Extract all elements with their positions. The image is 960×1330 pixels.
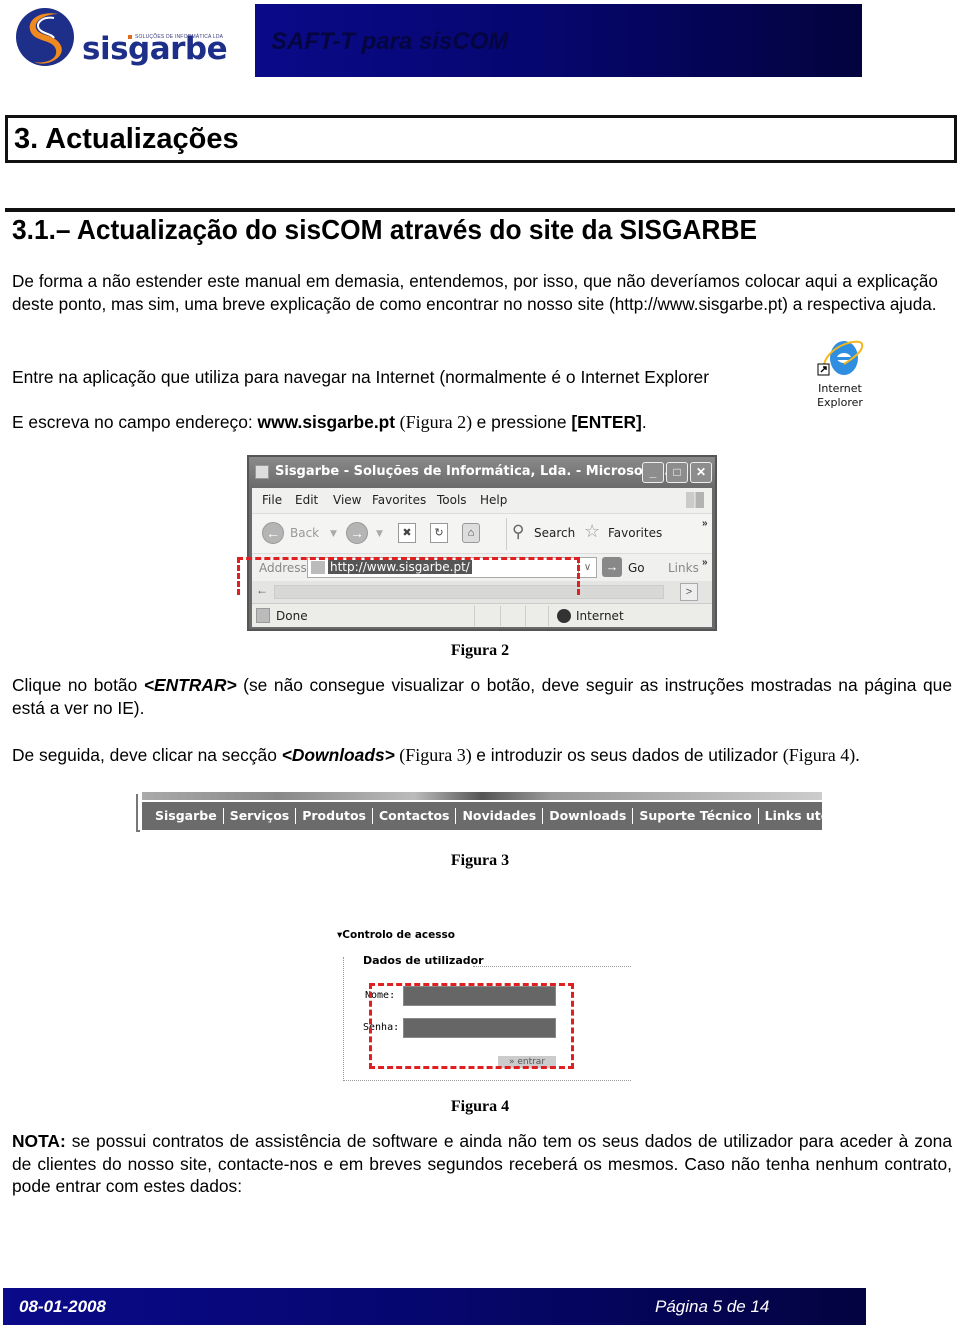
forward-dropdown-icon[interactable]: ▼ xyxy=(376,529,383,539)
browser-title: Sisgarbe - Soluções de Informática, Lda.… xyxy=(275,464,679,479)
back-dropdown-icon[interactable]: ▼ xyxy=(330,529,337,539)
status-text: Done xyxy=(276,609,308,623)
status-bar: Done Internet xyxy=(252,603,712,627)
nav-item-produtos[interactable]: Produtos xyxy=(296,808,373,824)
site-nav-bar: Sisgarbe Serviços Produtos Contactos Nov… xyxy=(142,802,841,830)
security-zone: Internet xyxy=(576,609,624,623)
internet-explorer-shortcut[interactable]: Internet Explorer xyxy=(814,338,866,414)
note-label: NOTA: xyxy=(12,1131,66,1151)
figure-2-caption: Figura 2 xyxy=(450,642,510,659)
figure-3-caption: Figura 3 xyxy=(450,852,510,869)
section-rule xyxy=(5,208,955,212)
access-control-heading: ▾Controlo de acesso xyxy=(337,929,455,941)
chapter-title: 3. Actualizações xyxy=(14,123,239,155)
note-paragraph: NOTA: se possui contratos de assistência… xyxy=(12,1131,952,1196)
go-arrow-icon[interactable]: → xyxy=(602,557,622,577)
nav-item-servicos[interactable]: Serviços xyxy=(224,808,297,824)
back-button[interactable]: Back xyxy=(290,526,319,540)
scroll-right-icon[interactable]: > xyxy=(680,583,698,601)
browser-screenshot: Sisgarbe - Soluções de Informática, Lda.… xyxy=(247,455,717,631)
header-band: SAFT-T para sisCOM xyxy=(255,4,862,77)
intro-paragraph: De forma a não estender este manual em d… xyxy=(12,271,938,314)
links-button[interactable]: Links xyxy=(668,561,699,575)
type-address-paragraph: E escreva no campo endereço: www.sisgarb… xyxy=(12,412,647,432)
nav-item-suporte-tecnico[interactable]: Suporte Técnico xyxy=(633,808,759,824)
back-arrow-icon[interactable]: ← xyxy=(262,522,284,544)
click-paragraph: Clique no botão <ENTRAR> (se não consegu… xyxy=(12,675,952,718)
menu-tools[interactable]: Tools xyxy=(437,493,467,507)
enter-app-paragraph: Entre na aplicação que utiliza para nave… xyxy=(12,367,710,387)
login-form-screenshot: ▾Controlo de acesso Dados de utilizador … xyxy=(333,925,631,1083)
windows-logo-icon xyxy=(686,492,704,508)
address-dropdown-icon[interactable]: ∨ xyxy=(578,558,596,577)
browser-menubar: File Edit View Favorites Tools Help xyxy=(252,488,712,513)
home-icon[interactable]: ⌂ xyxy=(462,523,480,543)
refresh-icon[interactable]: ↻ xyxy=(430,523,448,543)
nav-item-downloads[interactable]: Downloads xyxy=(543,808,634,824)
nav-item-sisgarbe[interactable]: Sisgarbe xyxy=(149,808,224,824)
forward-arrow-icon[interactable]: → xyxy=(346,522,368,544)
url-text: www.sisgarbe.pt xyxy=(257,412,396,432)
ie-label-line2: Explorer xyxy=(817,396,863,409)
links-overflow-icon[interactable]: » xyxy=(702,557,708,568)
downloads-paragraph: De seguida, deve clicar na secção <Downl… xyxy=(12,745,860,765)
menu-file[interactable]: File xyxy=(262,493,282,507)
document-title: SAFT-T para sisCOM xyxy=(271,28,509,55)
figure-ref: (Figura 2) xyxy=(395,412,477,432)
section-title: 3.1.– Actualização do sisCOM através do … xyxy=(12,214,758,245)
nav-item-contactos[interactable]: Contactos xyxy=(373,808,457,824)
enter-key-text: [ENTER] xyxy=(571,412,642,432)
browser-titlebar: Sisgarbe - Soluções de Informática, Lda.… xyxy=(249,457,715,488)
globe-icon xyxy=(557,609,571,623)
downloads-section-ref: <Downloads> xyxy=(281,745,395,765)
browser-toolbar: ← Back ▼ → ▼ ✖ ↻ ⌂ ⚲ Search ☆ Favorites … xyxy=(252,513,712,553)
menu-help[interactable]: Help xyxy=(480,493,507,507)
favorites-star-icon[interactable]: ☆ xyxy=(584,521,600,542)
internet-explorer-icon xyxy=(817,340,864,376)
stop-icon[interactable]: ✖ xyxy=(398,523,416,543)
site-navigation-screenshot: Sisgarbe Serviços Produtos Contactos Nov… xyxy=(134,790,841,832)
address-highlight-frame xyxy=(237,557,580,595)
user-data-title: Dados de utilizador xyxy=(363,954,484,967)
nav-item-links-uteis[interactable]: Links utéis xyxy=(759,808,847,824)
sisgarbe-logo-icon xyxy=(16,8,74,66)
toolbar-overflow-icon[interactable]: » xyxy=(702,518,708,529)
nav-item-novidades[interactable]: Novidades xyxy=(456,808,544,824)
menu-view[interactable]: View xyxy=(333,493,361,507)
minimize-button[interactable]: _ xyxy=(642,462,664,483)
nav-banner-strip xyxy=(142,792,822,800)
footer-band: 08-01-2008 Página 5 de 14 xyxy=(3,1288,866,1325)
ie-page-icon xyxy=(255,465,269,479)
figure-4-caption: Figura 4 xyxy=(450,1098,510,1115)
page-number: Página 5 de 14 xyxy=(655,1297,770,1316)
logo-wordmark: sisgarbe xyxy=(82,31,228,67)
search-button[interactable]: Search xyxy=(534,526,575,540)
page-status-icon xyxy=(256,608,270,623)
menu-edit[interactable]: Edit xyxy=(295,493,318,507)
sisgarbe-logo: SOLUÇÕES DE INFORMÁTICA LDA sisgarbe xyxy=(14,6,249,68)
login-highlight-frame xyxy=(369,983,574,1069)
maximize-button[interactable]: □ xyxy=(666,462,688,483)
go-button[interactable]: Go xyxy=(628,561,645,575)
footer-date: 08-01-2008 xyxy=(19,1297,106,1316)
close-button[interactable]: ✕ xyxy=(690,462,712,483)
entrar-button-ref: <ENTRAR> xyxy=(143,675,237,695)
menu-favorites[interactable]: Favorites xyxy=(372,493,426,507)
chapter-heading-box: 3. Actualizações xyxy=(5,115,957,163)
search-icon[interactable]: ⚲ xyxy=(512,522,524,542)
favorites-button[interactable]: Favorites xyxy=(608,526,662,540)
ie-label-line1: Internet xyxy=(818,382,862,395)
